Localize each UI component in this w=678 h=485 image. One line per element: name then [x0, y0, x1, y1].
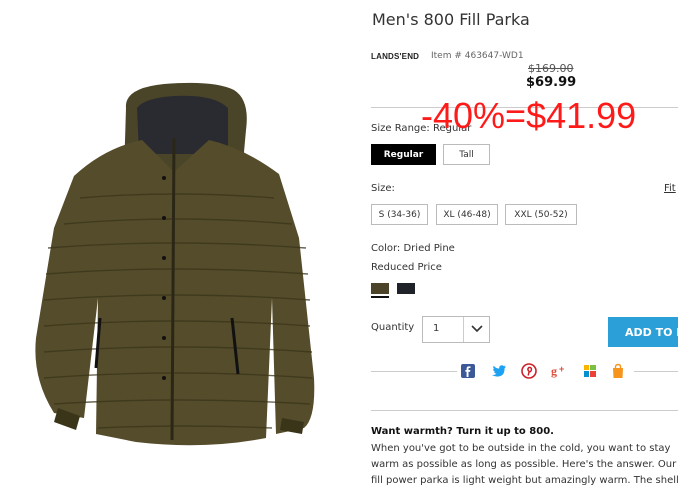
item-number: Item # 463647-WD1 — [431, 51, 524, 61]
share-divider-left — [371, 371, 457, 372]
swatch-navy[interactable] — [397, 283, 415, 294]
pinterest-icon[interactable] — [521, 363, 537, 379]
svg-text:+: + — [559, 364, 564, 374]
original-price: $169.00 — [528, 62, 574, 75]
google-plus-icon[interactable]: g + — [551, 363, 569, 379]
description-line: warm as possible as long as possible. He… — [371, 459, 677, 470]
size-xxl-button[interactable]: XXL (50-52) — [505, 204, 577, 225]
size-range-regular-button[interactable]: Regular — [371, 144, 436, 165]
description-line: fill power parka is light weight but ama… — [371, 475, 678, 485]
color-label: Color: Dried Pine — [371, 243, 455, 254]
quantity-label: Quantity — [371, 322, 415, 333]
swatch-dried-pine[interactable] — [371, 283, 389, 294]
swatch-selected-indicator — [371, 296, 389, 298]
size-label: Size: — [371, 183, 395, 194]
add-to-bag-button[interactable]: ADD TO B — [608, 317, 678, 347]
size-range-tall-button[interactable]: Tall — [443, 144, 490, 165]
product-title: Men's 800 Fill Parka — [372, 10, 530, 29]
quantity-value: 1 — [433, 323, 440, 334]
size-s-button[interactable]: S (34-36) — [371, 204, 428, 225]
product-image-parka — [35, 82, 315, 446]
discount-overlay: -40%=$41.99 — [421, 95, 637, 136]
twitter-icon[interactable] — [491, 363, 507, 379]
brand-logo: LANDS'END — [371, 52, 420, 61]
sale-price: $69.99 — [526, 75, 577, 90]
social-icon[interactable] — [582, 363, 598, 379]
quantity-select[interactable]: 1 — [422, 316, 490, 343]
share-divider-right — [634, 371, 678, 372]
reduced-price-label: Reduced Price — [371, 262, 442, 273]
description-heading: Want warmth? Turn it up to 800. — [371, 426, 554, 437]
shopping-bag-icon[interactable] — [610, 363, 626, 379]
quantity-divider — [463, 317, 464, 342]
description-line: When you've got to be outside in the col… — [371, 443, 671, 454]
svg-text:g: g — [551, 364, 557, 378]
chevron-down-icon — [471, 325, 483, 333]
size-xl-button[interactable]: XL (46-48) — [436, 204, 498, 225]
divider-description — [371, 410, 678, 411]
facebook-icon[interactable] — [460, 363, 476, 379]
fit-link[interactable]: Fit — [664, 183, 676, 194]
